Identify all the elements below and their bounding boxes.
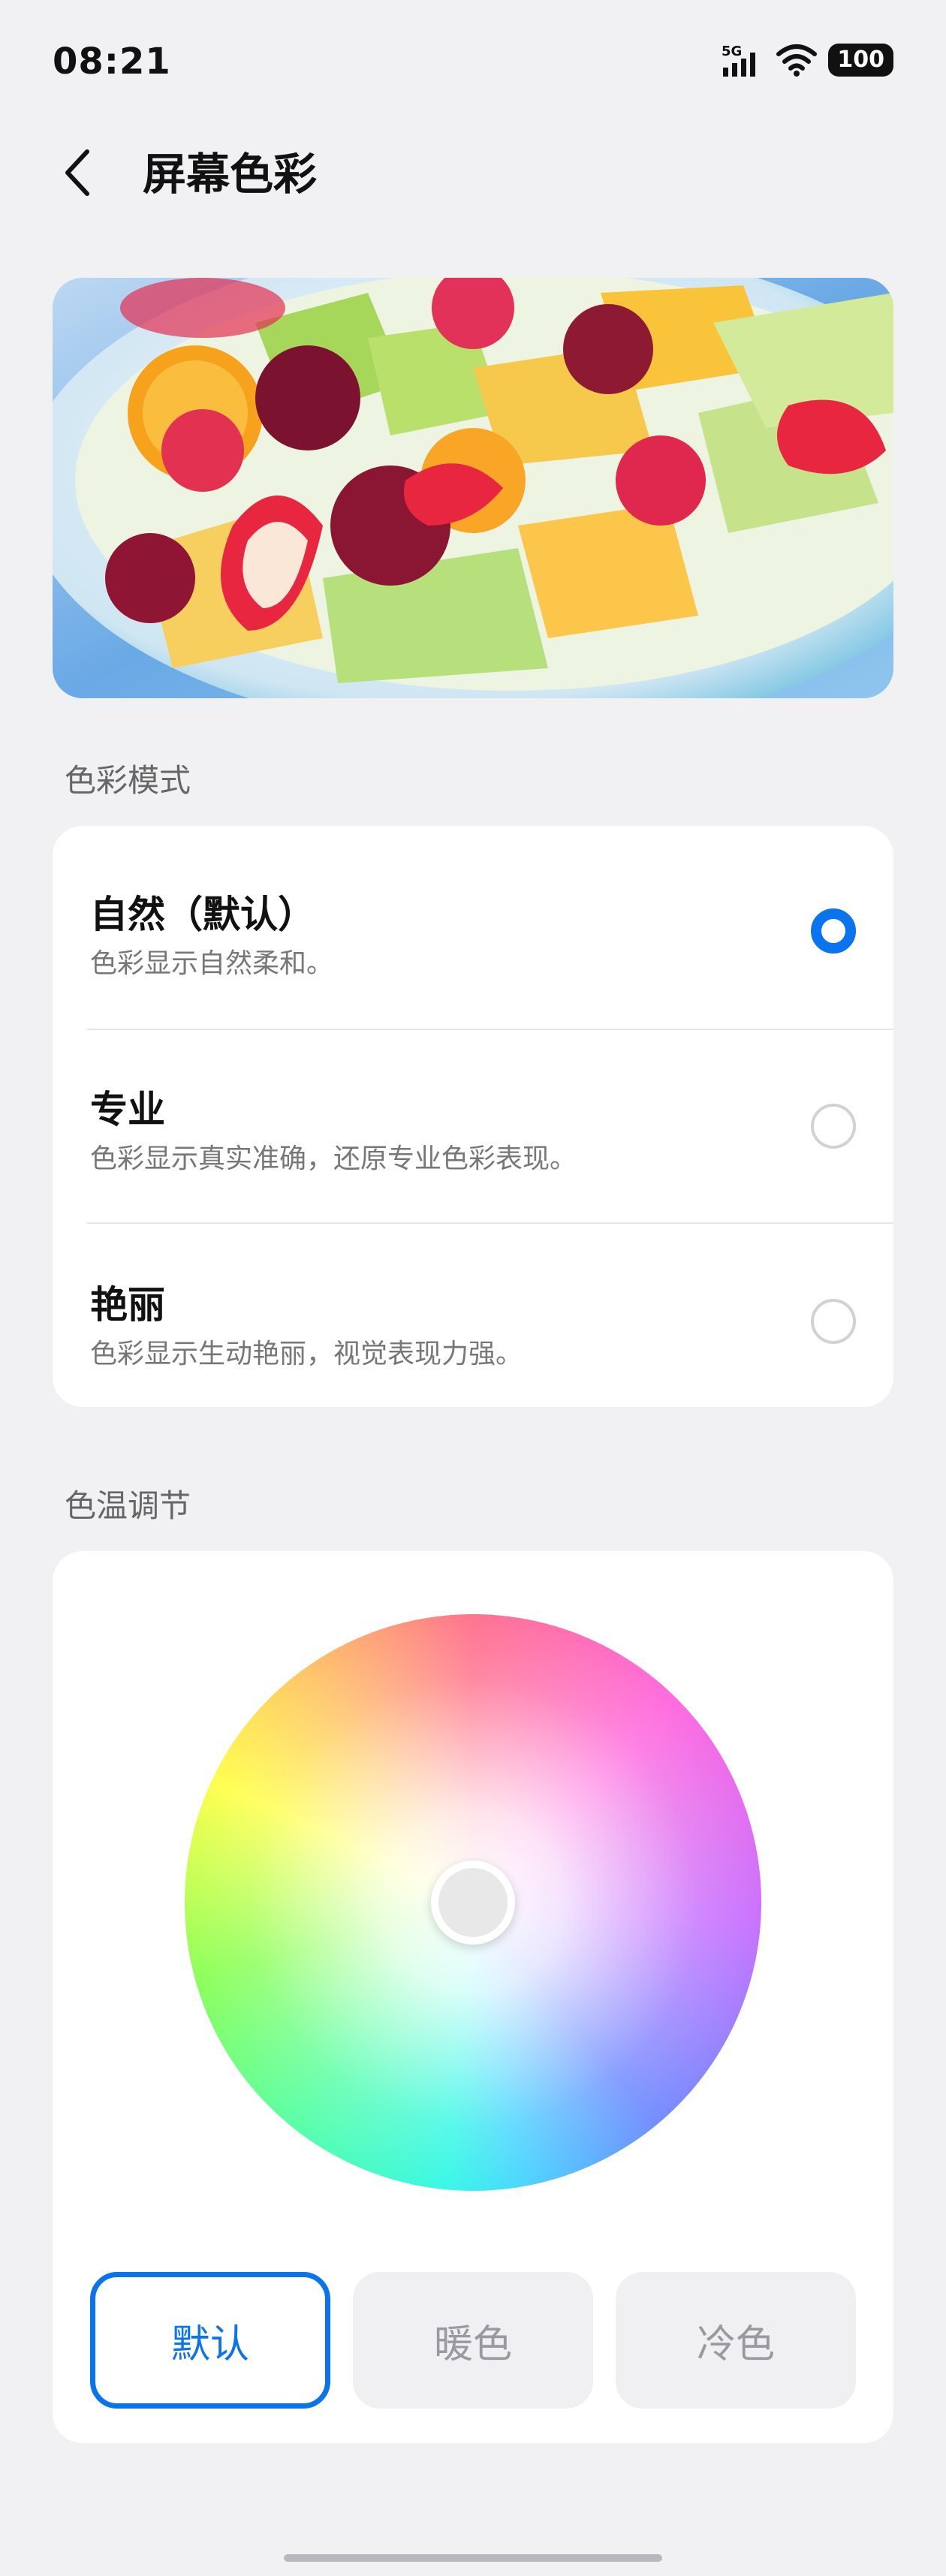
color-mode-option-natural[interactable]: 自然（默认） 色彩显示自然柔和。 <box>53 826 893 1020</box>
color-mode-option-description: 色彩显示真实准确，还原专业色彩表现。 <box>90 1143 577 1174</box>
color-mode-card: 自然（默认） 色彩显示自然柔和。 专业 色彩显示真实准确，还原专业色彩表现。 艳… <box>53 826 893 1407</box>
temperature-default-button[interactable]: 默认 <box>90 2272 330 2409</box>
color-mode-option-title: 专业 <box>90 1088 165 1131</box>
radio-button[interactable] <box>811 1299 856 1344</box>
status-icons: 5G 100 <box>720 42 893 78</box>
color-temperature-card: 默认 暖色 冷色 <box>53 1551 893 2443</box>
radio-button[interactable] <box>811 1104 856 1149</box>
color-mode-option-title: 艳丽 <box>90 1283 165 1327</box>
color-mode-option-vivid[interactable]: 艳丽 色彩显示生动艳丽，视觉表现力强。 <box>53 1213 893 1407</box>
fruit-bowl-image <box>53 278 893 698</box>
network-type-label: 5G <box>722 44 742 59</box>
color-mode-option-professional[interactable]: 专业 色彩显示真实准确，还原专业色彩表现。 <box>53 1020 893 1213</box>
status-time: 08:21 <box>53 41 171 83</box>
status-bar: 08:21 5G 100 <box>0 0 946 120</box>
color-mode-option-description: 色彩显示生动艳丽，视觉表现力强。 <box>90 1339 523 1369</box>
back-button[interactable] <box>56 143 101 203</box>
color-mode-option-description: 色彩显示自然柔和。 <box>90 948 334 979</box>
radio-button-selected[interactable] <box>811 908 856 954</box>
temperature-warm-button[interactable]: 暖色 <box>353 2272 593 2409</box>
color-mode-section-title: 色彩模式 <box>65 762 191 799</box>
wifi-icon <box>776 44 818 77</box>
signal-icon: 5G <box>722 44 756 77</box>
temperature-cool-button[interactable]: 冷色 <box>616 2272 856 2409</box>
page-title: 屏幕色彩 <box>143 149 318 200</box>
color-mode-option-title: 自然（默认） <box>90 893 315 936</box>
color-wheel[interactable] <box>185 1614 761 2191</box>
battery-icon: 100 <box>828 44 893 77</box>
color-wheel-handle[interactable] <box>431 1860 515 1945</box>
preview-image <box>53 278 893 698</box>
home-indicator[interactable] <box>284 2554 662 2562</box>
color-temperature-section-title: 色温调节 <box>65 1487 191 1524</box>
chevron-left-icon <box>65 149 89 196</box>
